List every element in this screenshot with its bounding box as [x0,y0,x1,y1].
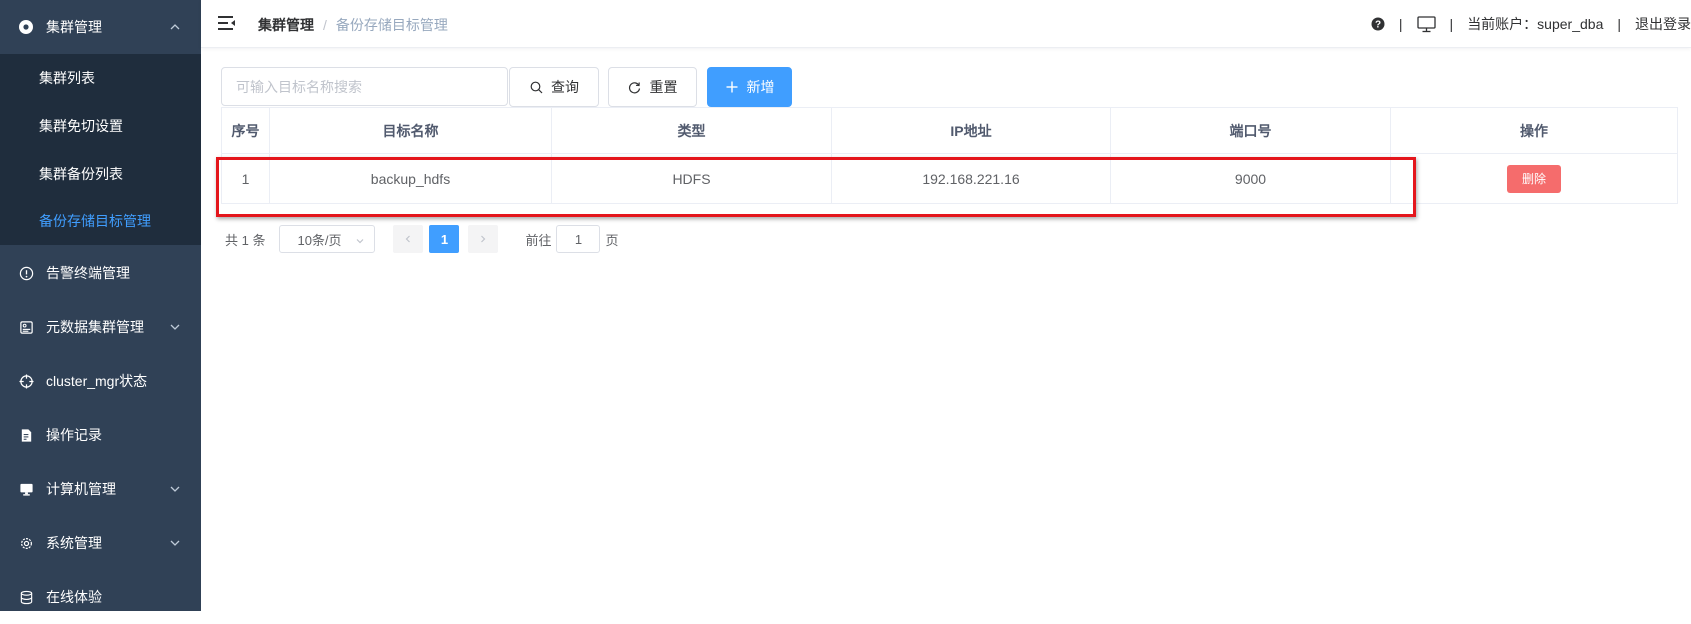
header-actions: ? | | 当前账户：super_dba | 退出登录 [1371,0,1691,48]
document-edit-icon [18,427,34,443]
column-header-ip: IP地址 [831,107,1111,154]
table-header-row: 序号 目标名称 类型 IP地址 端口号 操作 [221,107,1678,154]
monitor-icon[interactable] [1416,15,1436,33]
sidebar-item-cluster-list[interactable]: 集群列表 [0,54,201,102]
reset-button-label: 重置 [649,79,678,95]
column-header-name: 目标名称 [269,107,552,154]
sidebar-item-backup-storage-targets[interactable]: 备份存储目标管理 [0,197,201,245]
page-size-select[interactable]: 10条/页 [279,225,376,253]
query-button-label: 查询 [551,79,579,95]
sidebar-group-label: 集群管理 [46,19,102,35]
column-header-port: 端口号 [1110,107,1391,154]
header-separator: | [1617,16,1621,32]
sidebar-item-computer-management[interactable]: 计算机管理 [0,462,201,516]
sidebar-item-label: 告警终端管理 [46,265,130,281]
svg-text:?: ? [1375,20,1381,31]
cell-index: 1 [221,153,270,204]
breadcrumb-current: 备份存储目标管理 [335,17,448,33]
chevron-down-icon [169,537,181,549]
pagination-total: 共 1 条 [225,232,266,248]
breadcrumb-separator: / [323,17,327,33]
refresh-icon [628,80,642,94]
chevron-up-icon [169,21,181,33]
sidebar-item-label: 操作记录 [46,427,102,443]
sidebar-item-operation-log[interactable]: 操作记录 [0,408,201,462]
chevron-down-icon [169,321,181,333]
sidebar-item-label: 系统管理 [46,535,102,551]
cell-target-name: backup_hdfs [269,153,552,204]
cell-type: HDFS [551,153,832,204]
chevron-right-icon [481,235,486,243]
sidebar-item-cluster-mgr-status[interactable]: cluster_mgr状态 [0,354,201,408]
top-header: 集群管理 / 备份存储目标管理 ? | | 当前账户：super_dba | 退… [201,0,1691,48]
crosshair-icon [18,373,34,389]
chevron-left-icon [406,235,411,243]
pagination: 共 1 条 10条/页 1 前往 页 [225,225,619,253]
goto-prefix: 前往 [525,232,552,248]
sidebar-item-failover-settings[interactable]: 集群免切设置 [0,102,201,150]
table-row: 1 backup_hdfs HDFS 192.168.221.16 9000 删… [221,153,1678,204]
goto-suffix: 页 [605,232,619,248]
delete-button[interactable]: 删除 [1507,164,1561,193]
breadcrumb-home[interactable]: 集群管理 [258,15,314,35]
column-header-index: 序号 [221,107,270,154]
column-header-type: 类型 [551,107,832,154]
page-size-value: 10条/页 [297,232,342,248]
monitor-icon [18,481,34,497]
plus-icon [725,80,739,94]
sidebar-item-label: 集群备份列表 [39,166,123,182]
cell-ip-address: 192.168.221.16 [831,153,1111,204]
sidebar-item-online-trial[interactable]: 在线体验 [0,570,201,624]
sidebar: 集群管理 集群列表 集群免切设置 集群备份列表 备份存储目标管理 告警终端管理 … [0,0,201,611]
sidebar-item-label: 集群免切设置 [39,118,123,134]
prev-page-button[interactable] [393,225,424,253]
sidebar-item-system-management[interactable]: 系统管理 [0,516,201,570]
metadata-icon [18,319,34,335]
sidebar-item-label: 备份存储目标管理 [39,213,151,229]
sidebar-submenu: 集群列表 集群免切设置 集群备份列表 备份存储目标管理 [0,54,201,245]
cluster-icon [18,19,34,35]
database-icon [18,589,34,605]
chevron-down-icon [355,234,365,244]
header-separator: | [1449,16,1454,32]
goto-page-input[interactable] [556,225,601,253]
backup-targets-table: 序号 目标名称 类型 IP地址 端口号 操作 1 backup_hdfs HDF… [221,107,1678,204]
current-account: 当前账户：super_dba [1467,16,1604,32]
sidebar-item-label: 计算机管理 [46,481,116,497]
reset-button[interactable]: 重置 [608,67,697,107]
add-button-label: 新增 [746,79,775,95]
chevron-down-icon [169,483,181,495]
alert-circle-icon [18,265,34,281]
add-button[interactable]: 新增 [707,67,792,107]
sidebar-item-label: cluster_mgr状态 [46,373,148,389]
sidebar-item-metadata-cluster[interactable]: 元数据集群管理 [0,300,201,354]
sidebar-item-label: 集群列表 [39,70,95,86]
help-icon[interactable]: ? [1371,17,1385,31]
sidebar-item-alert-terminals[interactable]: 告警终端管理 [0,246,201,300]
page-number-current[interactable]: 1 [429,225,460,253]
cell-port: 9000 [1110,153,1391,204]
sidebar-item-label: 元数据集群管理 [46,319,144,335]
header-separator: | [1398,16,1403,32]
search-icon [529,80,543,94]
column-header-action: 操作 [1390,107,1678,154]
logout-link[interactable]: 退出登录 [1635,14,1691,34]
search-input[interactable] [221,67,508,106]
sidebar-group-cluster-management[interactable]: 集群管理 [0,0,201,54]
cell-actions: 删除 [1390,153,1678,204]
sidebar-item-label: 在线体验 [46,589,102,605]
next-page-button[interactable] [468,225,499,253]
gear-icon [18,535,34,551]
query-button[interactable]: 查询 [509,67,599,107]
sidebar-item-backup-list[interactable]: 集群备份列表 [0,150,201,198]
menu-collapse-icon[interactable] [218,15,236,31]
breadcrumb: 集群管理 / 备份存储目标管理 [258,15,448,35]
